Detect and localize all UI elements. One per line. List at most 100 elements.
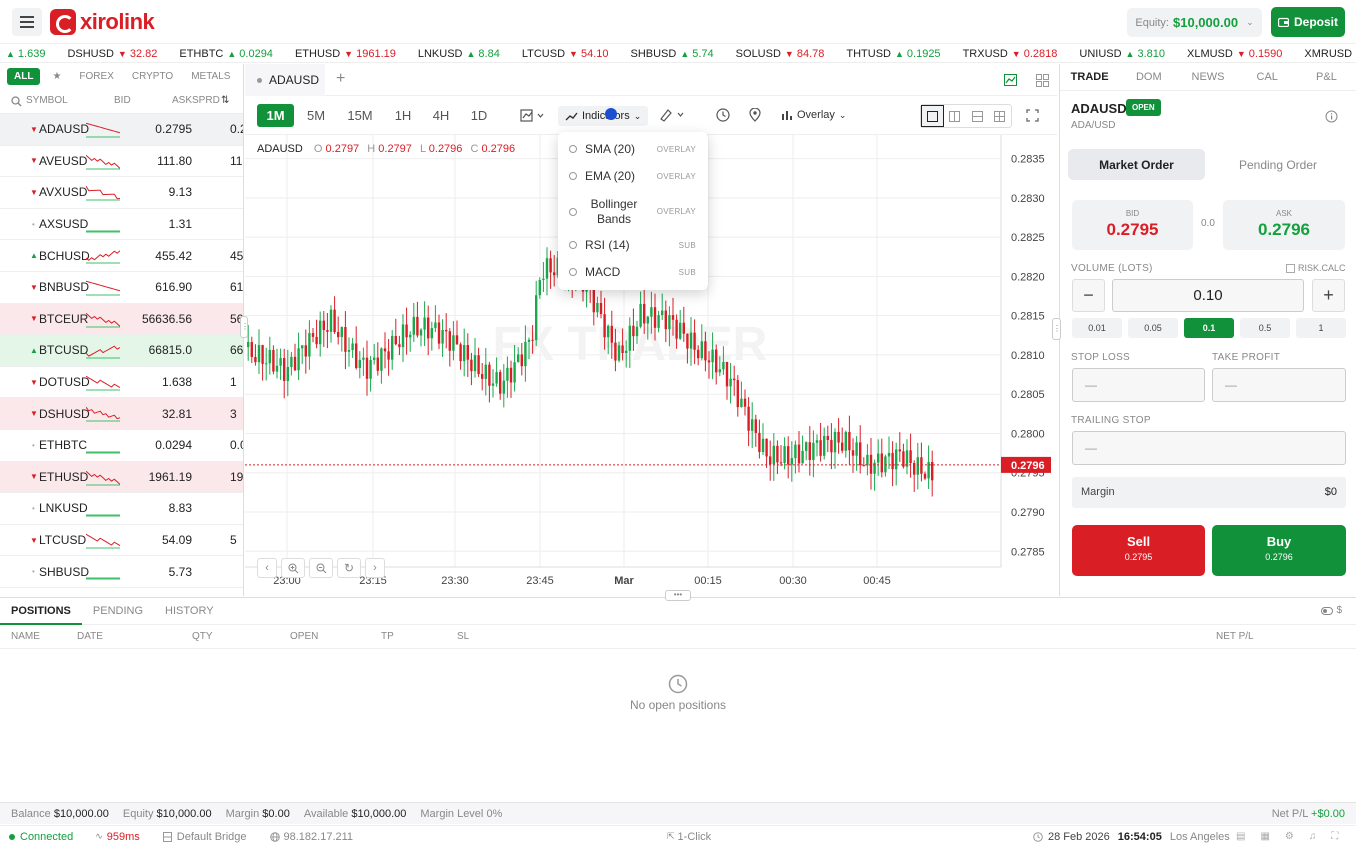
ticker-item[interactable]: SOLUSD ▼ 84.78 (736, 48, 825, 60)
lot-preset-button[interactable]: 0.5 (1240, 318, 1290, 338)
scroll-left-button[interactable]: ‹ (257, 558, 277, 578)
lot-preset-button[interactable]: 0.01 (1072, 318, 1122, 338)
grid-layout-icon[interactable] (1035, 73, 1049, 87)
currency-toggle[interactable]: $ (1321, 605, 1342, 616)
buy-button[interactable]: Buy 0.2796 (1212, 525, 1346, 576)
col-askspread[interactable]: ASKSPRD (172, 95, 220, 106)
add-tab-button[interactable]: + (336, 70, 345, 88)
watchlist-row[interactable]: • SHBUSD 5.73 (0, 556, 243, 588)
hamburger-menu-icon[interactable] (12, 8, 42, 36)
bottom-resize-handle[interactable]: ••• (665, 590, 691, 601)
filter-favorites[interactable]: ★ (46, 71, 67, 82)
zoom-in-icon[interactable] (281, 558, 305, 578)
tab-adausd[interactable]: ADAUSD (245, 64, 325, 96)
filter-crypto[interactable]: CRYPTO (126, 71, 179, 82)
info-icon[interactable] (1325, 110, 1338, 123)
watchlist-row[interactable]: ▼ AVXUSD 9.13 (0, 177, 243, 209)
ticker-item[interactable]: SHBUSD ▲ 5.74 (630, 48, 713, 60)
volume-decrement-button[interactable]: − (1072, 279, 1105, 312)
equity-dropdown[interactable]: Equity: $10,000.00 ⌄ (1127, 8, 1262, 37)
layout-vertical-icon[interactable] (944, 110, 966, 122)
ticker-item[interactable]: LTCUSD ▼ 54.10 (522, 48, 609, 60)
watchlist-row[interactable]: ▼ETHUSD 1961.19 196 (0, 461, 243, 494)
clock-icon[interactable] (716, 108, 730, 122)
ruler-icon[interactable] (659, 108, 687, 122)
timeframe-1m[interactable]: 1M (257, 104, 294, 127)
market-order-tab[interactable]: Market Order (1068, 149, 1205, 180)
layout-single-icon[interactable] (921, 105, 944, 127)
tab-news[interactable]: NEWS (1178, 71, 1237, 83)
col-symbol[interactable]: SYMBOL (26, 95, 68, 106)
tab-dom[interactable]: DOM (1119, 71, 1178, 83)
tab-pl[interactable]: P&L (1297, 71, 1356, 83)
chart-type-icon[interactable] (520, 109, 546, 123)
timeframe-15m[interactable]: 15M (338, 104, 382, 127)
risk-calc-toggle[interactable]: RISK.CALC (1286, 263, 1346, 273)
watchlist-row[interactable]: ▲ BCHUSD 455.42 45 (0, 240, 243, 272)
expand-icon[interactable]: ⛶ (1331, 831, 1338, 842)
filter-all[interactable]: ALL (7, 67, 41, 85)
ticker-item[interactable]: THTUSD ▲ 0.1925 (846, 48, 940, 60)
overlay-dropdown[interactable]: Overlay ⌄ (781, 109, 846, 121)
layout-quad-icon[interactable] (989, 110, 1011, 122)
search-icon[interactable] (11, 96, 22, 107)
watchlist-row[interactable]: ▼ADAUSD 0.2795 0.2 (0, 114, 243, 146)
ticker-item[interactable]: LNKUSD ▲ 8.84 (418, 48, 500, 60)
timeframe-1d[interactable]: 1D (464, 104, 494, 127)
ticker-item[interactable]: XMRUSD▲336.64 (1304, 48, 1356, 60)
bid-box[interactable]: BID 0.2795 (1072, 200, 1193, 250)
indicators-button[interactable]: Indicators ⌄ (558, 106, 648, 126)
watchlist-row[interactable]: • AXSUSD 1.31 (0, 209, 243, 241)
right-resize-handle[interactable]: ⋮ (1052, 318, 1061, 340)
watchlist-row[interactable]: ▲BTCUSD 66815.0 668 (0, 335, 243, 367)
calendar-icon[interactable]: ▤ (1236, 831, 1245, 842)
chart-view-icon[interactable] (1003, 74, 1017, 86)
ticker-item[interactable]: ETHBTC ▲ 0.0294 (179, 48, 273, 60)
location-pin-icon[interactable] (749, 108, 761, 122)
watchlist-row[interactable]: ▼ DOTUSD 1.638 1 (0, 367, 243, 399)
brand-logo[interactable]: xirolink (50, 8, 155, 36)
ticker-item[interactable]: XLMUSD ▼ 0.1590 (1187, 48, 1282, 60)
watchlist-row[interactable]: ▼ AVEUSD 111.80 11 (0, 146, 243, 178)
sell-button[interactable]: Sell 0.2795 (1072, 525, 1205, 576)
ticker-item[interactable]: ETHUSD ▼ 1961.19 (295, 48, 396, 60)
zoom-out-icon[interactable] (309, 558, 333, 578)
sort-icon[interactable]: ⇅ (221, 95, 229, 106)
bell-icon[interactable]: ♫ (1309, 831, 1317, 842)
left-resize-handle[interactable]: ⋮ (240, 316, 249, 338)
tab-trade[interactable]: TRADE (1060, 71, 1119, 83)
tab-positions[interactable]: POSITIONS (0, 598, 82, 625)
watchlist-row[interactable]: • LNKUSD 8.83 (0, 493, 243, 525)
news-icon[interactable]: ▦ (1260, 831, 1269, 842)
layout-horizontal-icon[interactable] (966, 110, 988, 122)
ticker-item[interactable]: TRXUSD ▼ 0.2818 (963, 48, 1058, 60)
ticker-item[interactable]: UNIUSD ▲ 3.810 (1079, 48, 1165, 60)
one-click-toggle[interactable]: ⇱ 1-Click (667, 831, 711, 843)
indicator-option[interactable]: MACD SUB (558, 263, 708, 281)
stop-loss-input[interactable]: — (1072, 368, 1205, 402)
fullscreen-icon[interactable] (1026, 109, 1039, 122)
settings-icon[interactable]: ⚙ (1285, 831, 1294, 842)
indicator-option[interactable]: EMA (20) OVERLAY (558, 167, 708, 185)
watchlist-row[interactable]: • ETHBTC 0.0294 0.0 (0, 430, 243, 462)
take-profit-input[interactable]: — (1212, 368, 1346, 402)
trailing-stop-input[interactable]: — (1072, 431, 1346, 465)
filter-forex[interactable]: FOREX (73, 71, 119, 82)
scroll-right-button[interactable]: › (365, 558, 385, 578)
filter-metals[interactable]: METALS (185, 71, 236, 82)
volume-input[interactable]: 0.10 (1112, 279, 1304, 312)
ask-box[interactable]: ASK 0.2796 (1223, 200, 1345, 250)
indicator-option[interactable]: RSI (14) SUB (558, 236, 708, 254)
tab-history[interactable]: HISTORY (154, 598, 225, 625)
timeframe-4h[interactable]: 4H (427, 104, 455, 127)
watchlist-row[interactable]: ▼ DSHUSD 32.81 3 (0, 398, 243, 430)
lot-preset-button[interactable]: 0.1 (1184, 318, 1234, 338)
ticker-item[interactable]: DSHUSD ▼ 32.82 (67, 48, 157, 60)
bridge-name[interactable]: Default Bridge (177, 831, 247, 843)
watchlist-row[interactable]: ▼ BNBUSD 616.90 61 (0, 272, 243, 304)
tab-cal[interactable]: CAL (1238, 71, 1297, 83)
deposit-button[interactable]: Deposit (1271, 7, 1345, 37)
volume-increment-button[interactable]: + (1312, 279, 1345, 312)
timeframe-1h[interactable]: 1H (389, 104, 417, 127)
ticker-item[interactable]: ▲ 1.639 (6, 48, 45, 60)
